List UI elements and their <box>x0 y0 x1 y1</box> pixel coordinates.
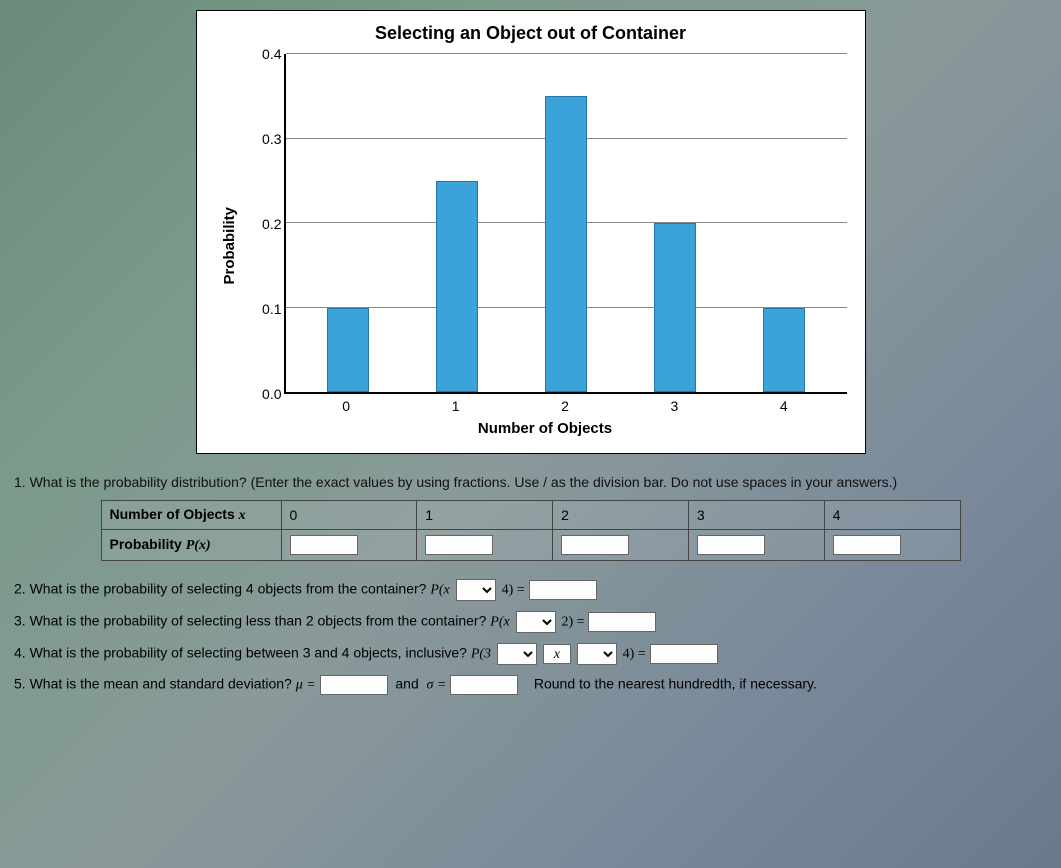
plot-area: 0.4 0.3 0.2 0.1 0.0 <box>244 54 847 394</box>
q2-answer-input[interactable] <box>529 580 597 600</box>
x-axis-label: Number of Objects <box>244 420 847 437</box>
col-1: 1 <box>417 501 553 530</box>
prob-input-3[interactable] <box>697 535 765 555</box>
q4-var-box[interactable]: x <box>543 644 571 664</box>
bar-3 <box>654 223 696 392</box>
question-3: 3. What is the probability of selecting … <box>14 611 1047 633</box>
table-row: Number of Objects x 0 1 2 3 4 <box>101 501 960 530</box>
distribution-table: Number of Objects x 0 1 2 3 4 Probabilit… <box>101 500 961 561</box>
q5-sigma-input[interactable] <box>450 675 518 695</box>
grid <box>284 54 847 394</box>
bar-4 <box>763 308 805 393</box>
y-ticks: 0.4 0.3 0.2 0.1 0.0 <box>244 54 284 394</box>
row1-header: Number of Objects x <box>101 501 281 530</box>
chart-container: Selecting an Object out of Container Pro… <box>196 10 866 454</box>
col-4: 4 <box>824 501 960 530</box>
bar-1 <box>436 181 478 392</box>
chart-title: Selecting an Object out of Container <box>215 23 847 44</box>
bar-2 <box>545 96 587 392</box>
prob-input-0[interactable] <box>290 535 358 555</box>
col-2: 2 <box>553 501 689 530</box>
question-1: 1. What is the probability distribution?… <box>14 474 1047 490</box>
bar-0 <box>327 308 369 393</box>
q5-mu-input[interactable] <box>320 675 388 695</box>
row2-header: Probability P(x) <box>101 530 281 561</box>
q3-relation-select[interactable] <box>516 611 556 633</box>
col-0: 0 <box>281 501 417 530</box>
question-4: 4. What is the probability of selecting … <box>14 643 1047 665</box>
q4-answer-input[interactable] <box>650 644 718 664</box>
q4-relation-select-right[interactable] <box>577 643 617 665</box>
q4-relation-select-left[interactable] <box>497 643 537 665</box>
q3-answer-input[interactable] <box>588 612 656 632</box>
prob-input-1[interactable] <box>425 535 493 555</box>
table-row: Probability P(x) <box>101 530 960 561</box>
prob-input-2[interactable] <box>561 535 629 555</box>
prob-input-4[interactable] <box>833 535 901 555</box>
col-3: 3 <box>688 501 824 530</box>
q2-relation-select[interactable] <box>456 579 496 601</box>
y-axis-label: Probability <box>215 207 244 285</box>
x-ticks: 0 1 2 3 4 <box>284 394 847 414</box>
question-5: 5. What is the mean and standard deviati… <box>14 675 1047 695</box>
question-2: 2. What is the probability of selecting … <box>14 579 1047 601</box>
